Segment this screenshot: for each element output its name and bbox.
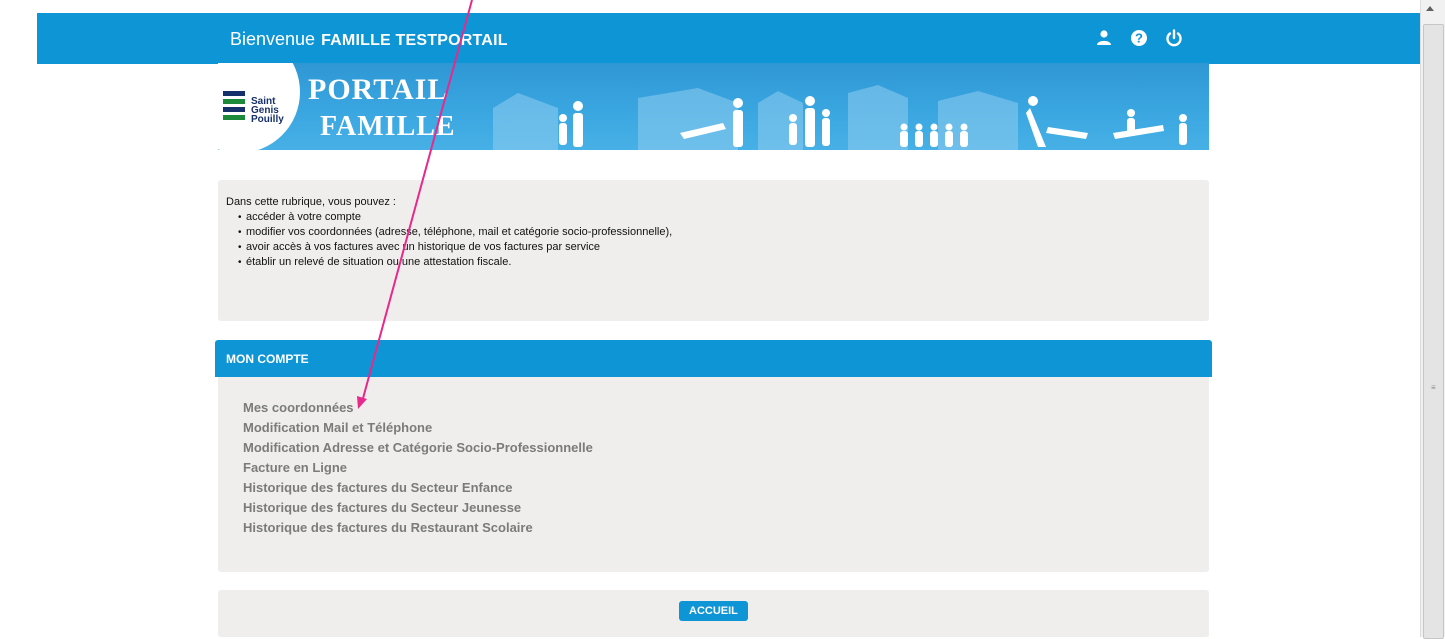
portal-title-line-1: PORTAIL [308, 73, 449, 106]
intro-text: Dans cette rubrique, vous pouvez : accéd… [226, 195, 672, 270]
account-links: Mes coordonnées Modification Mail et Tél… [243, 398, 593, 538]
link-modification-mail-telephone[interactable]: Modification Mail et Téléphone [243, 418, 593, 438]
saint-genis-pouilly-logo-icon [223, 91, 245, 120]
scrollbar-thumb[interactable]: ≡ [1423, 24, 1444, 639]
intro-panel: Dans cette rubrique, vous pouvez : accéd… [218, 180, 1209, 321]
intro-item: établir un relevé de situation ou une at… [238, 255, 672, 270]
svg-text:?: ? [1135, 31, 1143, 46]
intro-item: avoir accès à vos factures avec un histo… [238, 240, 672, 255]
intro-item: accéder à votre compte [238, 210, 672, 225]
accueil-button[interactable]: ACCUEIL [679, 601, 748, 621]
link-historique-restaurant-scolaire[interactable]: Historique des factures du Restaurant Sc… [243, 518, 593, 538]
logo-line-3: Pouilly [251, 114, 284, 125]
user-icon[interactable] [1094, 28, 1114, 48]
footer-panel: ACCUEIL [218, 590, 1209, 637]
help-icon[interactable]: ? [1129, 28, 1149, 48]
portal-title-line-2: FAMILLE [320, 111, 456, 142]
link-mes-coordonnees[interactable]: Mes coordonnées [243, 398, 593, 418]
top-bar: Bienvenue FAMILLE TESTPORTAIL ? [37, 13, 1420, 64]
link-historique-secteur-enfance[interactable]: Historique des factures du Secteur Enfan… [243, 478, 593, 498]
power-icon[interactable] [1164, 28, 1184, 48]
top-strip [0, 0, 1420, 13]
thumb-grip-icon: ≡ [1431, 383, 1436, 392]
intro-lead: Dans cette rubrique, vous pouvez : [226, 196, 396, 208]
link-modification-adresse-categorie[interactable]: Modification Adresse et Catégorie Socio-… [243, 438, 593, 458]
link-facture-en-ligne[interactable]: Facture en Ligne [243, 458, 593, 478]
link-historique-secteur-jeunesse[interactable]: Historique des factures du Secteur Jeune… [243, 498, 593, 518]
vertical-scrollbar[interactable]: ≡ [1420, 0, 1445, 639]
account-links-panel: Mes coordonnées Modification Mail et Tél… [218, 377, 1209, 572]
family-name: FAMILLE TESTPORTAIL [321, 32, 508, 49]
portal-banner: Saint Genis Pouilly PORTAIL FAMILLE [218, 63, 1209, 150]
intro-list: accéder à votre compte modifier vos coor… [226, 210, 672, 270]
mon-compte-header: MON COMPTE [215, 340, 1212, 377]
scroll-up-arrow-icon[interactable] [1426, 6, 1434, 11]
welcome-label: Bienvenue [230, 29, 316, 49]
logo-text: Saint Genis Pouilly [251, 97, 284, 125]
section-title: MON COMPTE [226, 352, 309, 366]
welcome-text: Bienvenue FAMILLE TESTPORTAIL [230, 29, 508, 50]
intro-item: modifier vos coordonnées (adresse, télép… [238, 225, 672, 240]
